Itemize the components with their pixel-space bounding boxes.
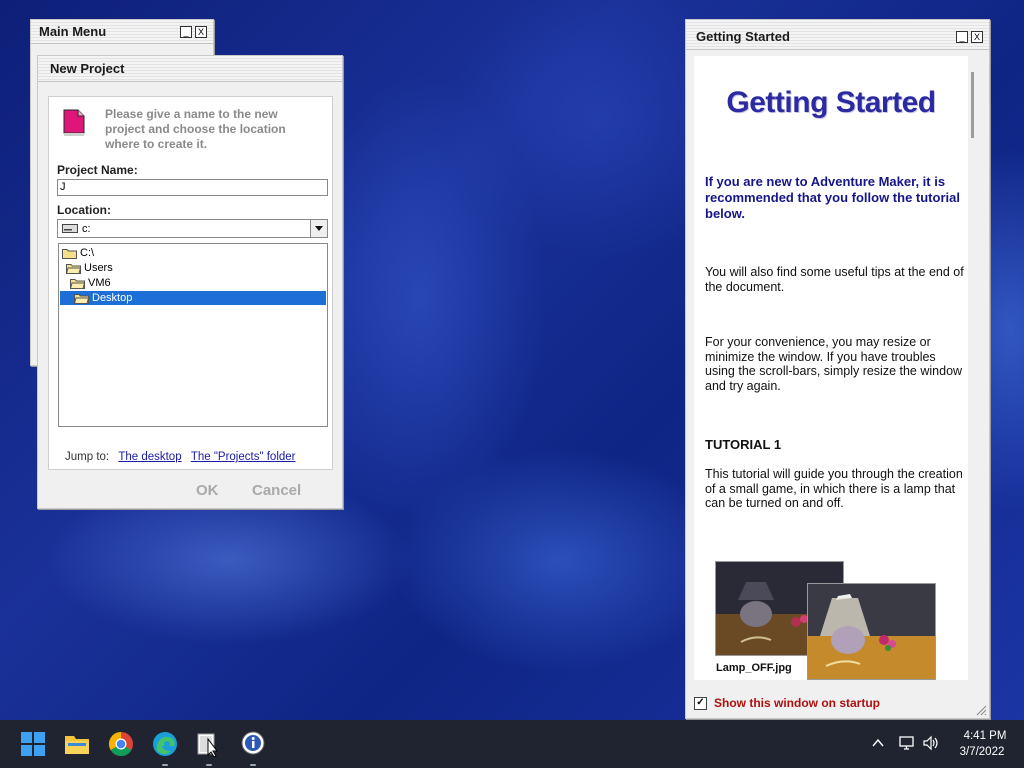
folder-icon [62, 248, 77, 259]
minimize-button[interactable]: _ [180, 25, 192, 38]
tree-item-users[interactable]: Users [66, 261, 113, 275]
new-project-title: New Project [50, 61, 125, 76]
adventure-maker-icon[interactable] [196, 731, 222, 757]
new-project-header: Please give a name to the new project an… [57, 107, 327, 157]
location-select[interactable]: c: [57, 219, 328, 238]
windows-start-icon[interactable] [20, 731, 46, 757]
drive-icon [62, 224, 78, 233]
scrollbar-thumb[interactable] [971, 72, 974, 138]
startup-row[interactable]: ✓ Show this window on startup [694, 696, 880, 710]
edge-icon[interactable] [152, 731, 178, 757]
convenience-text: For your convenience, you may resize or … [705, 335, 963, 393]
folder-open-icon [74, 293, 89, 304]
help-running-indicator [250, 764, 256, 766]
folder-tree[interactable]: C:\ Users VM6 Desktop [58, 243, 328, 427]
cancel-button[interactable]: Cancel [252, 482, 301, 499]
ok-button[interactable]: OK [196, 482, 219, 499]
network-icon[interactable] [898, 735, 916, 751]
tree-item-vm6[interactable]: VM6 [70, 276, 111, 290]
new-project-titlebar[interactable]: New Project [38, 56, 342, 82]
clock-date[interactable]: 3/7/2022 [952, 746, 1012, 758]
location-value: c: [82, 223, 91, 235]
jump-projects-link[interactable]: The "Projects" folder [191, 451, 296, 463]
main-menu-title: Main Menu [39, 24, 107, 39]
tree-item-desktop-selected[interactable]: Desktop [60, 291, 326, 305]
chevron-down-icon [315, 226, 323, 231]
chevron-up-icon[interactable] [872, 738, 884, 748]
jump-desktop-link[interactable]: The desktop [118, 451, 181, 463]
getting-started-content[interactable]: Getting Started If you are new to Advent… [694, 56, 968, 680]
lamp-on-thumbnail[interactable] [807, 583, 936, 680]
folder-open-icon [70, 278, 85, 289]
getting-started-titlebar[interactable]: Getting Started _ X [686, 20, 989, 50]
tips-text: You will also find some useful tips at t… [705, 265, 964, 294]
new-project-dialog: New Project Please give a name to the ne… [37, 55, 343, 509]
resize-grip-icon[interactable] [975, 704, 987, 716]
tutorial-heading: TUTORIAL 1 [705, 437, 782, 452]
location-label: Location: [57, 203, 111, 217]
startup-label: Show this window on startup [714, 696, 880, 710]
adventure-maker-running-indicator [206, 764, 212, 766]
intro-text: If you are new to Adventure Maker, it is… [705, 174, 960, 221]
tree-item-c[interactable]: C:\ [62, 246, 94, 260]
project-name-label: Project Name: [57, 163, 138, 177]
file-explorer-icon[interactable] [64, 731, 90, 757]
new-project-description: Please give a name to the new project an… [105, 107, 286, 151]
project-name-input[interactable]: J [57, 179, 328, 196]
new-document-icon [63, 109, 85, 136]
close-button[interactable]: X [195, 25, 207, 38]
clock-time[interactable]: 4:41 PM [960, 730, 1010, 742]
thumbnail-caption: Lamp_OFF.jpg [716, 662, 792, 674]
getting-started-title: Getting Started [696, 29, 790, 44]
chrome-icon[interactable] [108, 731, 134, 757]
dropdown-arrow-button[interactable] [310, 220, 327, 237]
page-title: Getting Started [726, 86, 936, 119]
taskbar: 4:41 PM 3/7/2022 [0, 720, 1024, 768]
main-menu-titlebar[interactable]: Main Menu _ X [31, 20, 213, 44]
info-help-icon[interactable] [240, 731, 266, 757]
jump-to-row: Jump to: The desktop The "Projects" fold… [65, 451, 296, 463]
new-project-panel: Please give a name to the new project an… [48, 96, 333, 470]
folder-open-icon [66, 263, 81, 274]
jump-to-label: Jump to: [65, 451, 110, 463]
tutorial-description: This tutorial will guide you through the… [705, 467, 963, 510]
close-button[interactable]: X [971, 30, 983, 43]
minimize-button[interactable]: _ [956, 30, 968, 43]
edge-running-indicator [162, 764, 168, 766]
startup-checkbox[interactable]: ✓ [694, 696, 707, 710]
getting-started-window: Getting Started _ X Getting Started If y… [685, 19, 990, 719]
volume-icon[interactable] [922, 735, 940, 751]
